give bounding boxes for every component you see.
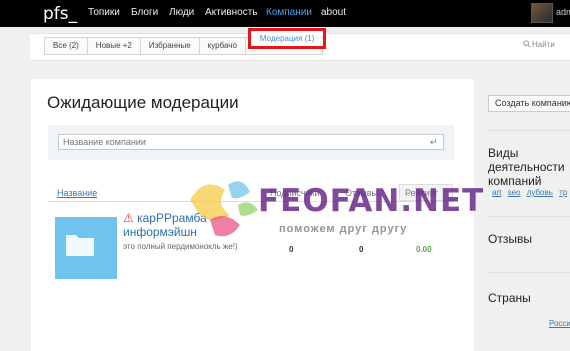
- nav-item-topics[interactable]: Топики: [88, 7, 120, 18]
- tag-link[interactable]: лубовь: [527, 188, 553, 197]
- tag-link[interactable]: тр: [559, 188, 567, 197]
- country-link[interactable]: Росси: [549, 319, 570, 328]
- warning-icon: ⚠: [123, 211, 134, 225]
- rating-value: 0.00: [416, 245, 432, 254]
- sidebar-divider: [488, 130, 570, 131]
- sidebar-divider: [488, 216, 570, 217]
- activity-tags: art seo лубовь тр: [492, 188, 570, 197]
- tag-link[interactable]: art: [492, 188, 501, 197]
- page-title: Ожидающие модерации: [47, 93, 239, 112]
- nav-item-people[interactable]: Люди: [169, 7, 194, 18]
- user-name[interactable]: adm: [556, 7, 570, 17]
- nav-item-activity[interactable]: Активность: [205, 7, 258, 18]
- nav-item-companies[interactable]: Компании: [266, 7, 312, 18]
- tab-favorites[interactable]: Избранные: [141, 38, 200, 54]
- nav-item-about[interactable]: about: [321, 7, 346, 18]
- countries-heading: Страны: [488, 291, 531, 305]
- subscribers-count: 0: [289, 245, 294, 254]
- search-icon[interactable]: [523, 40, 531, 48]
- tab-moderation[interactable]: Модерация (1): [247, 28, 327, 49]
- company-name-input[interactable]: [58, 134, 444, 150]
- sidebar-divider: [488, 272, 570, 273]
- watermark-title: FEOFAN.NET: [258, 183, 485, 219]
- activity-types-heading: Виды деятельности компаний: [488, 146, 565, 188]
- search-link[interactable]: Найти: [532, 40, 555, 49]
- nav-item-blogs[interactable]: Блоги: [131, 7, 158, 18]
- folder-icon: [66, 235, 94, 256]
- tab-kurbacho[interactable]: курбачо: [200, 38, 246, 54]
- tab-all[interactable]: Все (2): [45, 38, 88, 54]
- reviews-heading: Отзывы: [488, 232, 532, 246]
- reviews-count: 0: [359, 245, 364, 254]
- avatar[interactable]: [531, 3, 553, 23]
- company-name-link[interactable]: ⚠ карРРрамба информэйшн: [123, 211, 263, 239]
- tab-new[interactable]: Новые +2: [88, 38, 141, 54]
- site-logo[interactable]: pfs_: [43, 4, 77, 24]
- enter-icon[interactable]: ↵: [430, 137, 438, 148]
- company-name[interactable]: карРРрамба информэйшн: [123, 211, 207, 239]
- watermark-subtitle: поможем друг другу: [279, 223, 408, 235]
- tag-link[interactable]: seo: [508, 188, 521, 197]
- create-company-button[interactable]: Создать компанию: [488, 95, 570, 112]
- company-description: это полный пердимонокль же!): [123, 242, 238, 251]
- column-header-name[interactable]: Название: [57, 188, 97, 198]
- company-filter-tabs: Все (2) Новые +2 Избранные курбачо Модер…: [44, 28, 327, 55]
